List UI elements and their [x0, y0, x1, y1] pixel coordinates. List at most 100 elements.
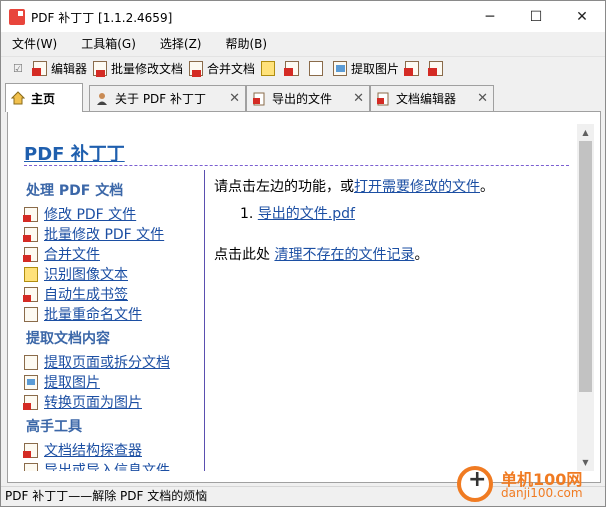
toolbar-merge-button[interactable]: 合并文档	[189, 60, 255, 77]
menu-help[interactable]: 帮助(B)	[219, 35, 275, 52]
tab-document-editor[interactable]: 文档编辑器 ✕	[370, 85, 494, 111]
link-extract-images-label[interactable]: 提取图片	[44, 372, 100, 392]
convert-icon	[23, 394, 38, 410]
home-icon	[10, 91, 26, 105]
section-heading-extract: 提取文档内容	[26, 331, 110, 347]
tab-about[interactable]: 关于 PDF 补丁丁 ✕	[89, 85, 246, 111]
menu-select[interactable]: 选择(Z)	[153, 35, 209, 52]
recent-file-item: 1. 导出的文件.pdf	[240, 203, 569, 225]
export-icon	[23, 462, 38, 471]
toolbar-bookmark-button[interactable]	[284, 61, 303, 76]
toolbar-ocr-button[interactable]	[261, 61, 279, 76]
scroll-up-icon[interactable]: ▲	[577, 124, 594, 141]
user-icon	[95, 92, 109, 106]
link-extract-pages-label[interactable]: 提取页面或拆分文档	[44, 352, 170, 372]
link-ocr[interactable]: 识别图像文本	[24, 264, 206, 284]
tab-document-editor-close-icon[interactable]: ✕	[477, 91, 488, 106]
close-button[interactable]: ✕	[559, 1, 605, 32]
rename-icon	[24, 306, 38, 322]
open-file-link[interactable]: 打开需要修改的文件	[354, 179, 480, 195]
menu-file[interactable]: 文件(W)	[5, 35, 64, 52]
link-convert-to-images-label[interactable]: 转换页面为图片	[44, 392, 142, 412]
toolbar-editor-button[interactable]: 编辑器	[32, 60, 88, 77]
tab-about-close-icon[interactable]: ✕	[229, 91, 240, 106]
link-modify-pdf[interactable]: 修改 PDF 文件	[23, 204, 206, 224]
tab-exported-files-label: 导出的文件	[272, 92, 333, 106]
recent-file-link[interactable]: 导出的文件.pdf	[258, 206, 355, 222]
tab-exported-files-close-icon[interactable]: ✕	[353, 91, 364, 106]
section-heading-process: 处理 PDF 文档	[26, 183, 124, 199]
toolbar-extract-image-button[interactable]: 提取图片	[333, 60, 399, 77]
link-batch-rename[interactable]: 批量重命名文件	[24, 304, 206, 324]
cleanup-prefix: 点击此处	[214, 247, 275, 263]
link-extract-images[interactable]: 提取图片	[24, 372, 206, 392]
merge-icon	[23, 246, 38, 262]
batch-modify-icon	[23, 226, 38, 242]
cleanup-link[interactable]: 清理不存在的文件记录	[274, 247, 414, 263]
toolbar-grip-icon: ☑	[13, 61, 23, 75]
toolbar-export-button[interactable]	[428, 61, 447, 76]
toolbar-batch-modify-button[interactable]: 批量修改文档	[93, 60, 183, 77]
cleanup-text: 点击此处 清理不存在的文件记录。	[214, 244, 569, 266]
window-title: PDF 补丁丁 [1.1.2.4659]	[31, 11, 173, 25]
link-auto-bookmark[interactable]: 自动生成书签	[23, 284, 206, 304]
pdf-edit-icon	[23, 206, 38, 222]
inspector-icon	[23, 442, 38, 458]
app-window: PDF 补丁丁 [1.1.2.4659] ─ ☐ ✕ 文件(W) 工具箱(G) …	[0, 0, 606, 507]
toolbar-rename-button[interactable]	[309, 61, 327, 76]
bookmark-icon	[23, 286, 38, 302]
convert-icon	[404, 61, 420, 76]
extract-pages-icon	[24, 354, 38, 370]
link-structure-inspector-label[interactable]: 文档结构探查器	[44, 440, 142, 460]
page-title[interactable]: PDF 补丁丁	[24, 140, 125, 166]
link-batch-modify[interactable]: 批量修改 PDF 文件	[23, 224, 206, 244]
ocr-icon	[261, 61, 276, 76]
section-heading-expert: 高手工具	[26, 419, 82, 435]
link-extract-pages[interactable]: 提取页面或拆分文档	[24, 352, 206, 372]
minimize-button[interactable]: ─	[467, 1, 513, 32]
toolbar-extract-image-label: 提取图片	[351, 62, 400, 76]
link-batch-modify-label[interactable]: 批量修改 PDF 文件	[44, 224, 164, 244]
tab-home[interactable]: 主页	[5, 83, 83, 112]
toolbar-convert-button[interactable]	[404, 61, 423, 76]
pdf-edit-icon	[376, 92, 390, 106]
main-area: 请点击左边的功能，或打开需要修改的文件。 1. 导出的文件.pdf 点击此处 清…	[214, 176, 569, 266]
link-ocr-label[interactable]: 识别图像文本	[44, 264, 128, 284]
toolbar-editor-label: 编辑器	[51, 62, 88, 76]
app-logo-icon	[9, 9, 25, 25]
recent-file-number: 1.	[240, 206, 254, 222]
vertical-scrollbar[interactable]: ▲ ▼	[577, 124, 594, 471]
pdf-edit-icon	[32, 61, 47, 76]
menu-bar: 文件(W) 工具箱(G) 选择(Z) 帮助(B)	[1, 32, 605, 54]
scroll-thumb[interactable]	[579, 141, 592, 392]
maximize-button[interactable]: ☐	[513, 1, 559, 32]
tab-about-label: 关于 PDF 补丁丁	[115, 92, 207, 106]
toolbar: ☑ 编辑器 批量修改文档 合并文档 提取图片	[1, 56, 605, 80]
intro-text: 请点击左边的功能，或打开需要修改的文件。	[214, 176, 569, 198]
watermark-logo-icon	[457, 466, 493, 502]
title-bar: PDF 补丁丁 [1.1.2.4659] ─ ☐ ✕	[1, 1, 605, 32]
link-structure-inspector[interactable]: 文档结构探查器	[23, 440, 206, 460]
tab-document-editor-label: 文档编辑器	[396, 92, 457, 106]
tab-home-label: 主页	[31, 91, 56, 106]
merge-icon	[189, 61, 204, 77]
intro-suffix: 。	[480, 179, 494, 195]
column-divider	[204, 170, 205, 471]
toolbar-batch-modify-label: 批量修改文档	[111, 62, 184, 76]
link-export-import-info[interactable]: 导出或导入信息文件	[23, 460, 206, 471]
link-batch-rename-label[interactable]: 批量重命名文件	[44, 304, 142, 324]
ocr-icon	[24, 266, 38, 282]
link-convert-to-images[interactable]: 转换页面为图片	[23, 392, 206, 412]
tab-exported-files[interactable]: 导出的文件 ✕	[246, 85, 370, 111]
link-merge[interactable]: 合并文件	[23, 244, 206, 264]
link-auto-bookmark-label[interactable]: 自动生成书签	[44, 284, 128, 304]
menu-toolbox[interactable]: 工具箱(G)	[74, 35, 143, 52]
extract-image-icon	[24, 374, 38, 390]
batch-modify-icon	[93, 61, 108, 77]
link-export-import-info-label[interactable]: 导出或导入信息文件	[44, 460, 170, 471]
watermark: 单机100网 danji100.com	[457, 464, 603, 504]
link-merge-label[interactable]: 合并文件	[44, 244, 100, 264]
link-modify-pdf-label[interactable]: 修改 PDF 文件	[44, 204, 136, 224]
pdf-file-icon	[252, 92, 266, 106]
bookmark-icon	[284, 61, 300, 76]
